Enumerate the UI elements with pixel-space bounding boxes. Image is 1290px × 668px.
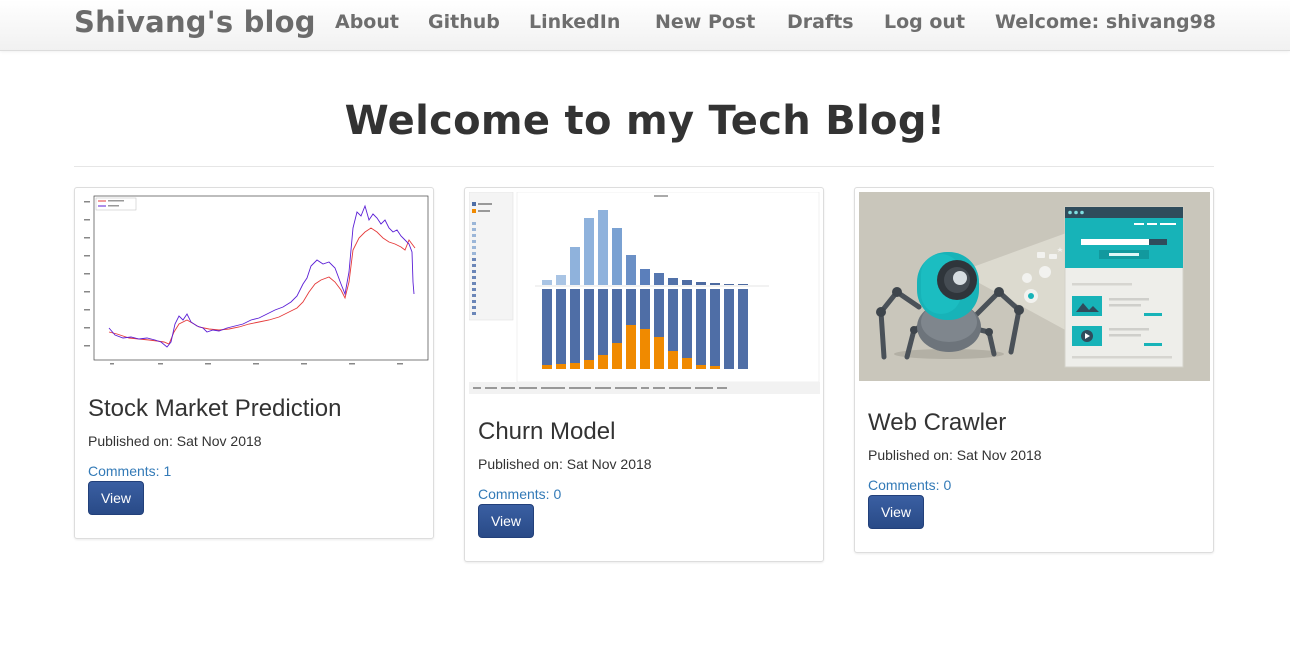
nav-new-post[interactable]: New Post <box>655 11 755 33</box>
nav-welcome-user[interactable]: Welcome: shivang98 <box>995 11 1216 33</box>
nav-linkedin[interactable]: LinkedIn <box>529 11 620 33</box>
post-thumbnail-bar-chart[interactable] <box>469 192 820 394</box>
header-divider <box>74 166 1214 167</box>
post-date: Published on: Sat Nov 2018 <box>478 456 652 472</box>
view-post-button[interactable]: View <box>868 495 924 529</box>
post-date: Published on: Sat Nov 2018 <box>88 433 262 449</box>
post-comments-link[interactable]: Comments: 1 <box>88 463 171 479</box>
post-title[interactable]: Churn Model <box>478 418 615 446</box>
nav-drafts[interactable]: Drafts <box>787 11 854 33</box>
nav-about[interactable]: About <box>335 11 399 33</box>
post-comments-link[interactable]: Comments: 0 <box>478 486 561 502</box>
post-comments-link[interactable]: Comments: 0 <box>868 477 951 493</box>
nav-log-out[interactable]: Log out <box>884 11 965 33</box>
post-title[interactable]: Web Crawler <box>868 409 1006 437</box>
post-thumbnail-line-chart[interactable] <box>79 192 430 372</box>
brand-link[interactable]: Shivang's blog <box>74 5 316 39</box>
nav-github[interactable]: Github <box>428 11 500 33</box>
post-card-stock-market: Stock Market Prediction Published on: Sa… <box>74 187 434 539</box>
view-post-button[interactable]: View <box>88 481 144 515</box>
post-title[interactable]: Stock Market Prediction <box>88 395 341 423</box>
view-post-button[interactable]: View <box>478 504 534 538</box>
post-thumbnail-crawler[interactable] <box>859 192 1210 381</box>
navbar: Shivang's blog About Github LinkedIn New… <box>0 0 1290 51</box>
post-card-churn-model: Churn Model Published on: Sat Nov 2018 C… <box>464 187 824 562</box>
post-date: Published on: Sat Nov 2018 <box>868 447 1042 463</box>
page-title: Welcome to my Tech Blog! <box>344 98 946 144</box>
post-card-web-crawler: Web Crawler Published on: Sat Nov 2018 C… <box>854 187 1214 553</box>
